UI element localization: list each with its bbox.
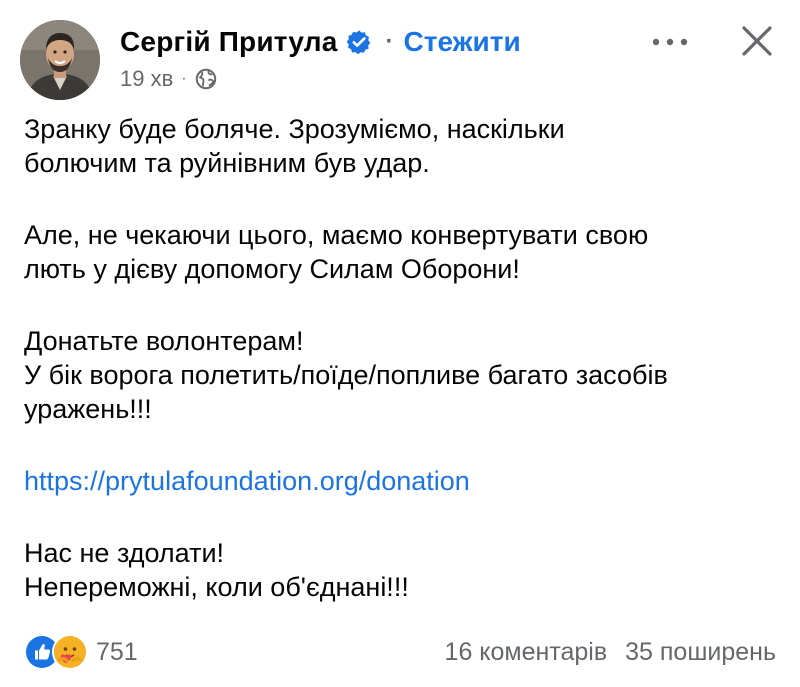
care-icon [52, 634, 88, 670]
post-text-line: Але, не чекаючи цього, маємо конвертуват… [24, 220, 649, 250]
shares-count-link[interactable]: 35 поширень [625, 638, 776, 667]
globe-icon[interactable] [195, 68, 217, 90]
meta-separator: · [181, 70, 187, 87]
post-text-line: Донатьте волонтерам! [24, 326, 304, 356]
more-options-button[interactable] [646, 24, 694, 60]
post-body: Зранку буде боляче. Зрозуміємо, наскільк… [24, 112, 784, 642]
post-paragraph-1: Зранку буде боляче. Зрозуміємо, наскільк… [24, 112, 784, 180]
close-icon [742, 26, 772, 56]
post-paragraph-2: Але, не чекаючи цього, маємо конвертуват… [24, 218, 784, 286]
follow-button[interactable]: Стежити [404, 26, 521, 58]
post-timestamp[interactable]: 19 хв [120, 66, 173, 92]
avatar-photo [20, 20, 100, 100]
post-text-line: болючим та руйнівним був удар. [24, 148, 430, 178]
post-text-line: уражень!!! [24, 394, 152, 424]
post-link-paragraph: https://prytulafoundation.org/donation [24, 464, 784, 498]
more-horizontal-icon [652, 38, 688, 46]
author-separator: · [385, 28, 394, 55]
author-name[interactable]: Сергій Притула [120, 26, 338, 58]
comments-count-link[interactable]: 16 коментарів [445, 638, 608, 667]
verified-badge-icon [346, 29, 372, 55]
post-paragraph-3: Донатьте волонтерам! У бік ворога полети… [24, 324, 784, 426]
donation-link[interactable]: https://prytulafoundation.org/donation [24, 466, 470, 496]
reactions-summary[interactable]: 751 [24, 634, 138, 670]
post-paragraph-4: Нас не здолати! Непереможні, коли об'єдн… [24, 536, 784, 604]
post-text-line: У бік ворога полетить/поїде/попливе бага… [24, 360, 668, 390]
post-text-line: Зранку буде боляче. Зрозуміємо, наскільк… [24, 114, 565, 144]
post-text-line: лють у дієву допомогу Силам Оборони! [24, 254, 520, 284]
engagement-stats: 16 коментарів 35 поширень [445, 634, 776, 670]
post-meta: 19 хв · [120, 64, 217, 94]
author-line: Сергій Притула · Стежити [120, 22, 521, 62]
author-avatar[interactable] [20, 20, 100, 100]
post-text-line: Нас не здолати! [24, 538, 225, 568]
facebook-post: Сергій Притула · Стежити 19 хв · Зранку … [0, 0, 800, 687]
post-text-line: Непереможні, коли об'єднані!!! [24, 572, 409, 602]
reaction-count: 751 [96, 637, 138, 666]
close-button[interactable] [734, 18, 780, 64]
